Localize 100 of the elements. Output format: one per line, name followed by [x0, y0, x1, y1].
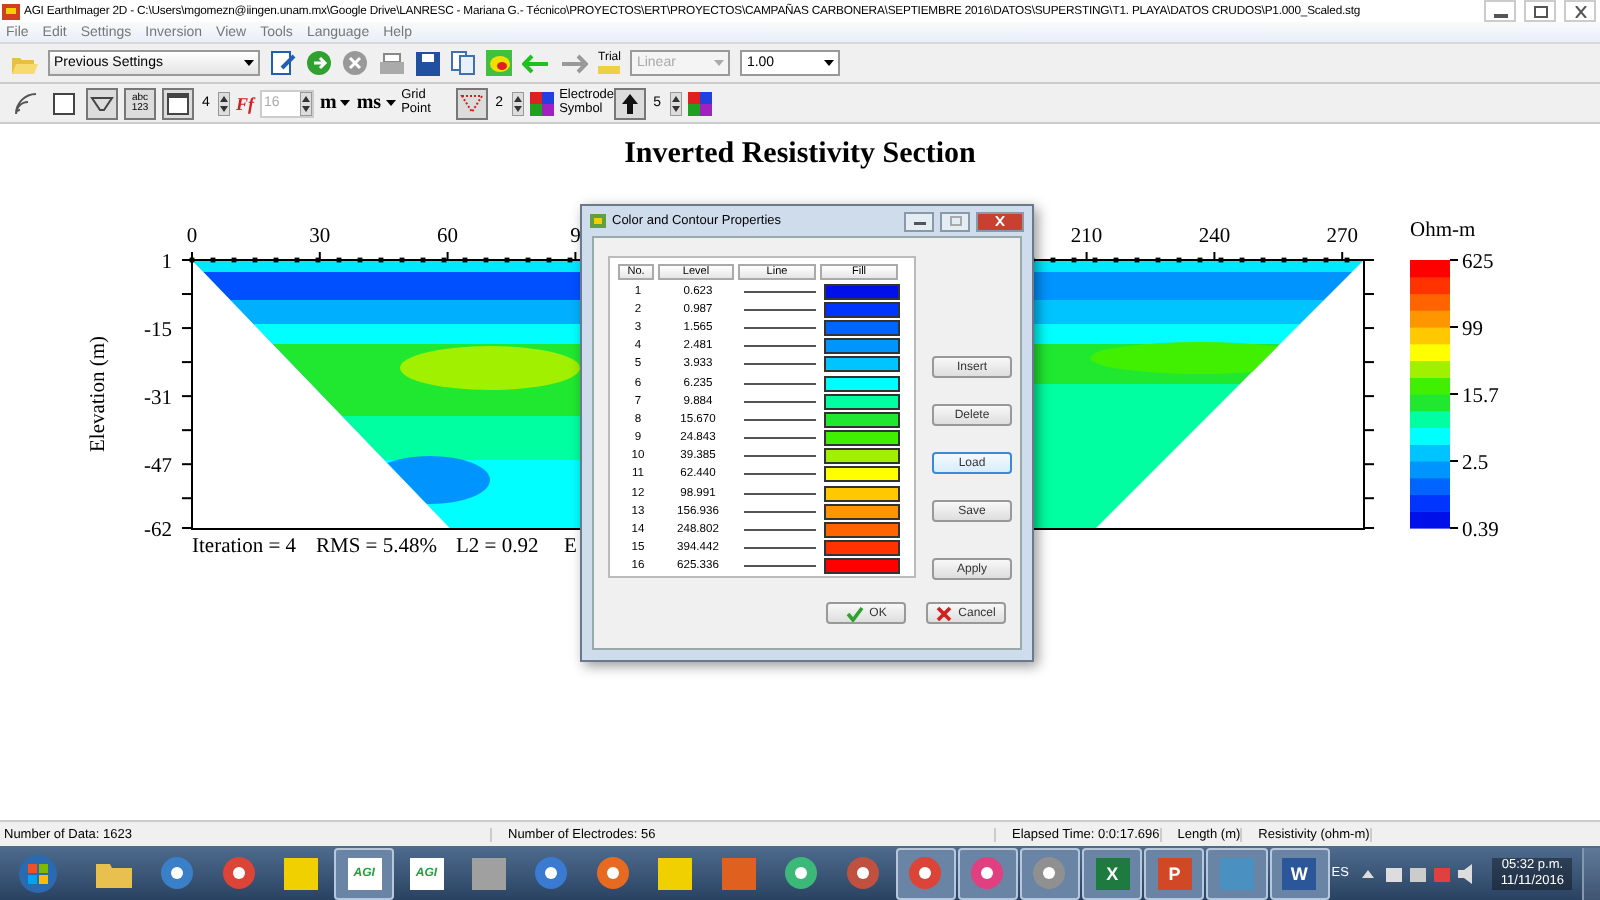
trapezoid-button[interactable] [86, 87, 118, 119]
inversion-stat: E [564, 536, 577, 558]
window-icon [166, 91, 190, 115]
line-sample[interactable] [743, 528, 815, 533]
printer-icon[interactable] [378, 51, 406, 75]
grid-point-button[interactable] [455, 87, 488, 119]
show-desktop-button[interactable] [1582, 847, 1600, 899]
y-tick-label: -15 [144, 320, 172, 343]
fill-swatch[interactable] [823, 301, 899, 318]
taskbar-button[interactable]: W [1269, 847, 1330, 899]
line-sample[interactable] [743, 417, 815, 422]
square-icon [52, 91, 76, 115]
unit-menu-button[interactable]: ms [356, 92, 396, 114]
signal-arcs-icon [14, 91, 38, 115]
line-sample[interactable] [743, 454, 815, 459]
line-sample[interactable] [743, 381, 815, 386]
x-tick-label: 0 [186, 226, 198, 248]
fill-swatch[interactable] [823, 540, 899, 557]
line-sample[interactable] [743, 436, 815, 441]
line-sample[interactable] [743, 564, 815, 569]
fill-swatch[interactable] [823, 393, 899, 410]
app-tile-icon: X [1095, 857, 1130, 889]
fill-swatch[interactable] [823, 338, 899, 355]
line-sample[interactable] [743, 509, 815, 514]
inversion-stat: Iteration = 4 [192, 536, 296, 558]
document-icon[interactable] [270, 50, 296, 76]
inversion-stat: RMS = 5.48% [316, 536, 437, 558]
fill-swatch[interactable] [823, 430, 899, 447]
fill-swatch[interactable] [823, 375, 899, 392]
spinner-arrows-icon [511, 91, 524, 115]
fill-swatch[interactable] [823, 411, 899, 428]
colorbar-label: 99 [1462, 319, 1483, 341]
font-button[interactable]: Ff [236, 93, 254, 113]
y-tick-label: 1 [161, 252, 172, 274]
caret-icon [244, 60, 254, 66]
fill-swatch[interactable] [823, 356, 899, 373]
fill-swatch[interactable] [823, 466, 899, 483]
fill-swatch[interactable] [823, 448, 899, 465]
line-sample[interactable] [743, 546, 815, 551]
folder-icon [96, 859, 133, 887]
line-sample[interactable] [743, 362, 815, 367]
fill-swatch[interactable] [823, 283, 899, 300]
colorbar-label: 2.5 [1462, 453, 1489, 475]
color-grid-icon[interactable] [529, 91, 554, 115]
maximize-icon [1533, 5, 1547, 17]
window-button[interactable] [162, 87, 194, 119]
fill-swatch[interactable] [823, 522, 899, 539]
app-tile-icon: P [1157, 857, 1192, 889]
line-sample[interactable] [743, 289, 815, 294]
y-tick-label: -31 [144, 388, 172, 411]
y-axis-label: Elevation (m) [88, 335, 110, 453]
fill-swatch[interactable] [823, 558, 899, 575]
taskbar-button[interactable]: X [1082, 847, 1143, 899]
colorbar-label: 15.7 [1462, 386, 1499, 408]
line-sample[interactable] [743, 472, 815, 477]
taskbar-button[interactable] [1019, 847, 1081, 899]
line-sample[interactable] [743, 325, 815, 330]
caret-icon [714, 60, 725, 66]
cross-icon [936, 605, 953, 621]
line-sample[interactable] [743, 399, 815, 404]
x-tick-label: 60 [437, 226, 459, 248]
maximize-button[interactable] [1524, 0, 1556, 22]
section-title: Inverted Resistivity Section [622, 136, 978, 174]
x-tick-label: 210 [1070, 226, 1103, 248]
frame-button[interactable] [48, 87, 80, 119]
minimize-icon [913, 216, 925, 226]
caret-icon [824, 60, 835, 66]
close-button[interactable] [1564, 0, 1596, 22]
app-icon [590, 214, 606, 228]
close-button[interactable] [976, 211, 1024, 231]
fill-swatch[interactable] [823, 503, 899, 520]
unit-menu-button[interactable]: m [320, 92, 351, 114]
colorbar-label: 0.39 [1462, 520, 1499, 542]
taskbar-button[interactable] [895, 847, 956, 899]
spinner-arrows-icon [300, 91, 312, 115]
spinner-arrows-icon [669, 91, 682, 115]
taskbar-button[interactable] [957, 847, 1018, 899]
fill-swatch[interactable] [823, 319, 899, 336]
minimize-button[interactable] [904, 211, 934, 231]
spinner-arrows-icon [218, 91, 230, 115]
copy-icon[interactable] [450, 50, 476, 76]
signal-button[interactable] [10, 87, 42, 119]
taskbar-button[interactable]: P [1144, 847, 1205, 899]
trapezoid-icon [90, 91, 114, 115]
dotted-triangle-icon [459, 91, 484, 115]
color-grid-icon[interactable] [687, 91, 712, 115]
x-tick-label: 30 [309, 226, 331, 248]
check-icon [845, 605, 864, 621]
stop-icon[interactable] [342, 50, 368, 76]
inversion-stat: L2 = 0.92 [456, 536, 539, 558]
play-icon[interactable] [306, 50, 332, 76]
line-sample[interactable] [743, 307, 815, 312]
fill-swatch[interactable] [823, 485, 899, 502]
up-arrow-button[interactable] [613, 87, 646, 119]
line-sample[interactable] [743, 491, 815, 496]
save-icon[interactable] [416, 51, 440, 75]
up-arrow-icon [617, 91, 642, 115]
minimize-button[interactable] [1484, 0, 1516, 22]
line-sample[interactable] [743, 344, 815, 349]
contour-map-icon[interactable] [486, 50, 512, 76]
